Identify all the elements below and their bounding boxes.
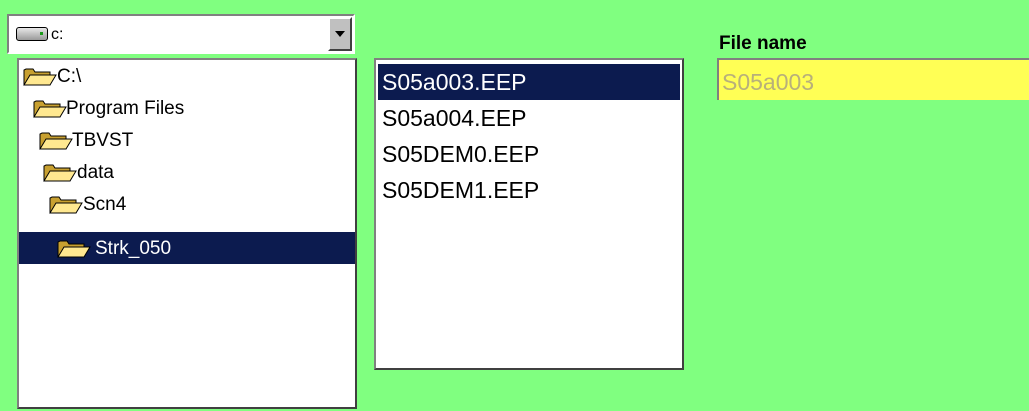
folder-item-label: Program Files bbox=[66, 98, 185, 119]
file-item[interactable]: S05a003.EEP bbox=[378, 64, 680, 100]
drive-label: c: bbox=[51, 26, 64, 43]
folder-item-c-root[interactable]: C:\ bbox=[19, 60, 355, 92]
folder-item-tbvst[interactable]: TBVST bbox=[19, 124, 355, 156]
folder-item-scn4[interactable]: Scn4 bbox=[19, 188, 355, 220]
folder-item-label: TBVST bbox=[72, 130, 134, 151]
folder-item-strk-050[interactable]: Strk_050 bbox=[19, 232, 355, 264]
chevron-down-icon bbox=[335, 31, 345, 37]
open-folder-icon bbox=[39, 130, 73, 150]
open-folder-icon bbox=[57, 238, 91, 258]
drive-selector[interactable]: c: bbox=[7, 14, 355, 54]
file-item[interactable]: S05a004.EEP bbox=[378, 100, 680, 136]
folder-item-data[interactable]: data bbox=[19, 156, 355, 188]
file-item[interactable]: S05DEM0.EEP bbox=[378, 136, 680, 172]
open-folder-icon bbox=[33, 98, 67, 118]
folder-item-label: data bbox=[77, 162, 114, 183]
folder-item-label: Scn4 bbox=[83, 194, 127, 215]
file-name-label: File name bbox=[719, 33, 807, 54]
open-folder-icon bbox=[49, 194, 83, 214]
folder-item-label: Strk_050 bbox=[95, 238, 172, 259]
folder-item-program-files[interactable]: Program Files bbox=[19, 92, 355, 124]
open-folder-icon bbox=[43, 162, 77, 182]
drive-dropdown-button[interactable] bbox=[328, 17, 352, 51]
file-dialog: c: C:\ Program Files TBVST data Scn4 Str… bbox=[0, 0, 1029, 411]
open-folder-icon bbox=[23, 66, 57, 86]
drive-icon bbox=[16, 27, 48, 41]
file-item[interactable]: S05DEM1.EEP bbox=[378, 172, 680, 208]
file-list[interactable]: S05a003.EEP S05a004.EEP S05DEM0.EEP S05D… bbox=[374, 58, 684, 370]
folder-item-label: C:\ bbox=[57, 66, 82, 87]
folder-tree[interactable]: C:\ Program Files TBVST data Scn4 Strk_0… bbox=[17, 58, 357, 409]
file-name-input[interactable] bbox=[717, 58, 1029, 100]
